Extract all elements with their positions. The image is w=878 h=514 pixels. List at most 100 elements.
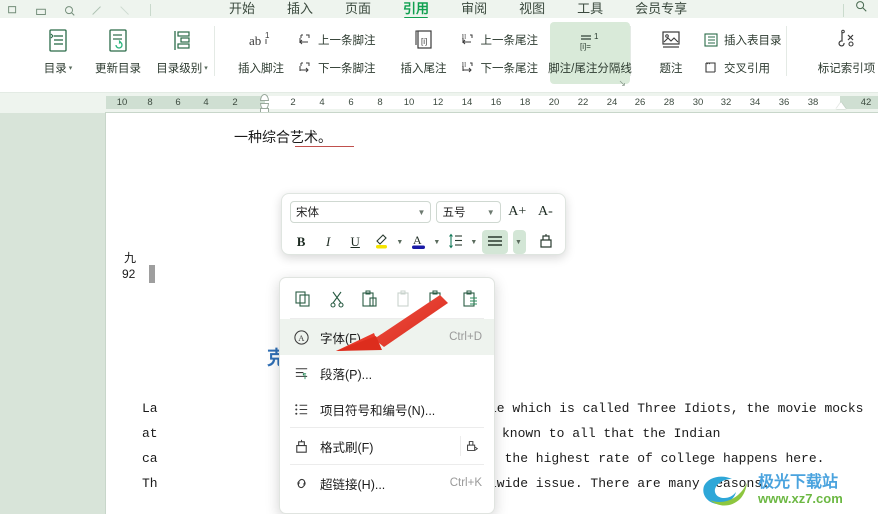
horizontal-ruler[interactable]: 10 8 6 4 2 2 4 6 8 10 12 14 16 18 20 22 … (0, 93, 878, 113)
context-menu[interactable]: A A 字体(F)... Ctrl+D ¶ 段落(P)... 项目符号和编号(N… (279, 277, 495, 514)
hyperlink-icon (292, 474, 310, 492)
chevron-down-icon[interactable]: ▼ (433, 239, 440, 246)
ruler-tick: 32 (720, 97, 732, 108)
redo-arrow-icon[interactable] (90, 4, 104, 18)
chevron-down-icon[interactable]: ▼ (487, 208, 495, 217)
paste-keep-source-icon[interactable] (393, 288, 415, 310)
format-painter-options-icon[interactable] (460, 436, 482, 456)
text-highlight-icon (373, 231, 391, 254)
footnote-separator-icon: 1 [i]= (573, 28, 607, 54)
line-spacing-icon (447, 231, 465, 254)
font-size-select[interactable]: 五号 ▼ (436, 201, 501, 223)
tab-start[interactable]: 开始 (229, 1, 255, 18)
tab-member[interactable]: 会员专享 (635, 1, 687, 18)
font-color-button[interactable]: A (408, 230, 430, 254)
ribbon-group-toc: 目录 ▾ 更新目录 目录级别 ▾ (0, 18, 214, 93)
chevron-down-icon[interactable]: ▼ (396, 239, 403, 246)
ruler-tick: 28 (663, 97, 675, 108)
cross-reference-icon (703, 60, 719, 76)
prev-footnote-label: 上一条脚注 (318, 35, 376, 47)
bold-button[interactable]: B (290, 230, 312, 254)
underline-button[interactable]: U (344, 230, 366, 254)
ribbon-group-caption: 题注 插入表目录 交叉引用 (631, 18, 786, 93)
tab-view[interactable]: 视图 (519, 1, 545, 18)
toc-button[interactable]: 目录 ▾ (30, 22, 86, 84)
dialog-launcher-icon[interactable]: ↘ (618, 78, 626, 89)
svg-text:www.xz7.com: www.xz7.com (757, 491, 843, 506)
hyperlink-menu-item-label: 超链接(H)... (320, 477, 386, 492)
font-name-value: 宋体 (296, 207, 319, 219)
search-icon[interactable] (854, 0, 868, 18)
next-footnote-icon (297, 60, 313, 76)
chevron-down-icon[interactable]: ▼ (470, 239, 477, 246)
cross-reference-button[interactable]: 交叉引用 (699, 59, 786, 77)
tab-page[interactable]: 页面 (345, 1, 371, 18)
right-indent-marker[interactable] (836, 102, 846, 109)
quick-access-toolbar (0, 0, 155, 18)
ruler-tick: 42 (860, 97, 872, 108)
caption-stack: 插入表目录 交叉引用 (699, 22, 786, 77)
print-preview-icon[interactable] (62, 4, 76, 18)
next-footnote-button[interactable]: 下一条脚注 (293, 59, 380, 77)
format-painter-button[interactable] (535, 230, 557, 254)
undo-icon[interactable] (6, 4, 20, 18)
print-icon[interactable] (34, 4, 48, 18)
mark-index-entry-button[interactable]: 标记索引项 (807, 22, 878, 84)
toc-level-icon (170, 28, 194, 54)
first-line-indent-marker[interactable] (260, 94, 269, 101)
insert-endnote-button[interactable]: [i] 插入尾注 (392, 22, 456, 84)
update-toc-button[interactable]: 更新目录 (86, 22, 150, 84)
insert-footnote-button[interactable]: ab 1 插入脚注 (229, 22, 293, 84)
toc-label-text: 目录 (43, 63, 67, 75)
prev-footnote-button[interactable]: 上一条脚注 (293, 31, 380, 49)
align-button[interactable] (482, 230, 509, 254)
bullets-numbering-menu-item[interactable]: 项目符号和编号(N)... (280, 391, 494, 427)
font-name-select[interactable]: 宋体 ▼ (290, 201, 432, 223)
align-dropdown-button[interactable]: ▼ (513, 230, 526, 254)
paste-merge-format-icon[interactable] (460, 288, 482, 310)
ruler-tick: 10 (116, 97, 128, 108)
hyperlink-menu-item[interactable]: 超链接(H)... Ctrl+K (280, 465, 494, 501)
chevron-down-icon[interactable]: ▾ (204, 65, 208, 72)
tab-reference[interactable]: 引用 (403, 1, 429, 18)
context-menu-icon-row: A (280, 278, 494, 318)
next-endnote-button[interactable]: [i] 下一条尾注 (456, 59, 543, 77)
chevron-down-icon[interactable]: ▼ (418, 208, 426, 217)
tab-strip: 开始 插入 页面 引用 审阅 视图 工具 会员专享 (0, 0, 878, 18)
svg-text:[i]: [i] (421, 37, 427, 46)
insert-endnote-icon: [i] (411, 28, 437, 54)
bullets-numbering-icon (292, 400, 310, 418)
tab-insert[interactable]: 插入 (287, 1, 313, 18)
paragraph-menu-item[interactable]: ¶ 段落(P)... (280, 355, 494, 391)
line-spacing-button[interactable] (445, 230, 467, 254)
grow-font-button[interactable]: A+ (506, 200, 529, 224)
copy-icon[interactable] (292, 288, 314, 310)
tab-review[interactable]: 审阅 (461, 1, 487, 18)
body-line-left-4: Th (142, 476, 158, 491)
chevron-down-icon[interactable]: ▾ (69, 65, 73, 72)
footnote-separator-button[interactable]: 1 [i]= 脚注/尾注分隔线 (548, 22, 632, 84)
font-menu-item[interactable]: A 字体(F)... Ctrl+D (280, 319, 494, 355)
prev-footnote-icon (297, 32, 313, 48)
svg-text:A: A (436, 297, 443, 307)
cut-icon[interactable] (326, 288, 348, 310)
ruler-tick: 24 (606, 97, 618, 108)
watermark: 极光下载站 www.xz7.com (700, 470, 870, 510)
toc-level-button[interactable]: 目录级别 ▾ (150, 22, 214, 84)
format-painter-menu-item[interactable]: 格式刷(F) (280, 428, 494, 464)
caption-button[interactable]: 题注 (643, 22, 699, 84)
prev-endnote-button[interactable]: [i] 上一条尾注 (456, 31, 543, 49)
shrink-font-button[interactable]: A- (534, 200, 557, 224)
paste-text-only-icon[interactable]: A (426, 288, 448, 310)
red-underline-decoration (295, 146, 354, 147)
floating-format-toolbar[interactable]: 宋体 ▼ 五号 ▼ A+ A- B I U ▼ A ▼ ▼ ▼ (281, 193, 566, 255)
text-highlight-button[interactable] (371, 230, 393, 254)
undo-arrow-icon[interactable] (118, 4, 132, 18)
ruler-tick: 8 (147, 97, 153, 108)
insert-table-of-figures-button[interactable]: 插入表目录 (699, 31, 786, 49)
tab-strip-right (843, 0, 878, 18)
paste-icon[interactable] (359, 288, 381, 310)
tab-tools[interactable]: 工具 (577, 1, 603, 18)
italic-button[interactable]: I (317, 230, 339, 254)
ruler-tick: 6 (175, 97, 181, 108)
